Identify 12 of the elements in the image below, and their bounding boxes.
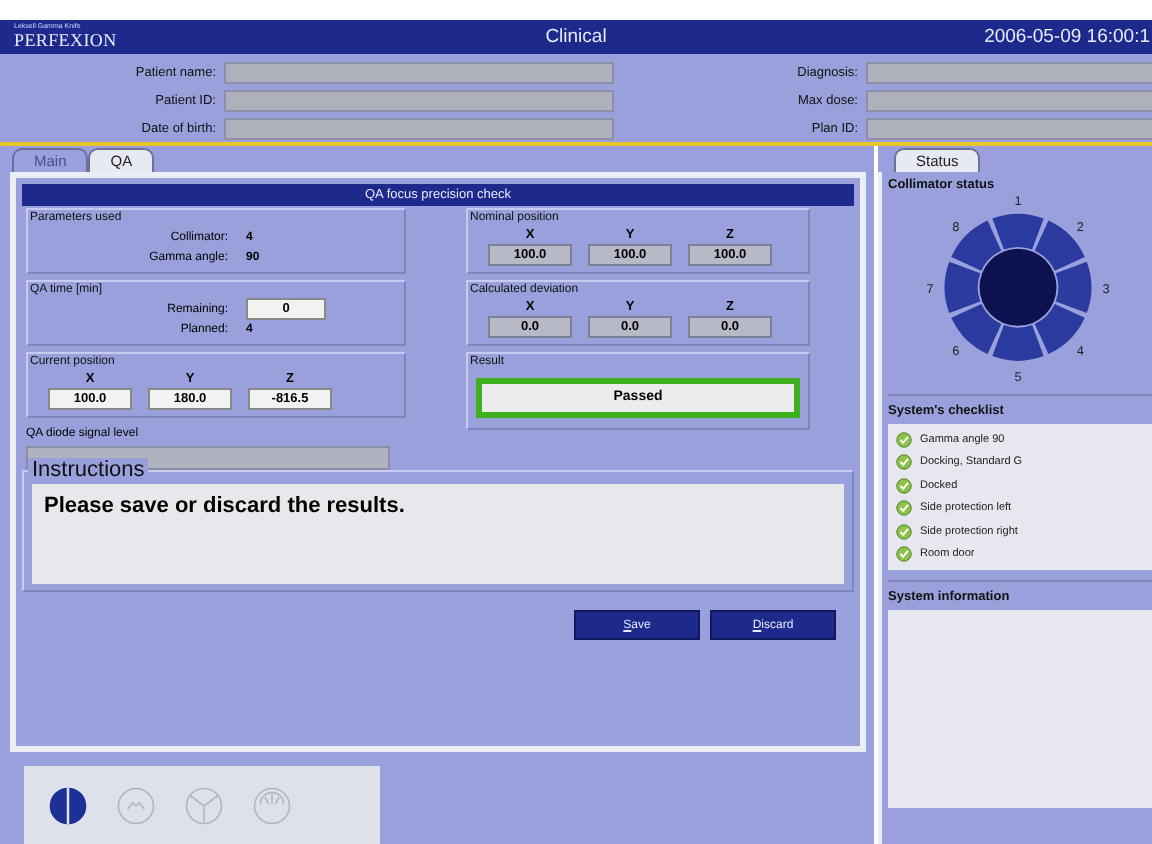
input-field[interactable] bbox=[866, 62, 1152, 84]
group-title: Instructions bbox=[28, 458, 149, 482]
input-field[interactable] bbox=[224, 62, 614, 84]
input-field[interactable] bbox=[224, 90, 614, 112]
input-field[interactable] bbox=[866, 90, 1152, 112]
collimator-mode-icon[interactable] bbox=[48, 785, 88, 825]
date-time: 2006-05-09 16:00:1 bbox=[984, 26, 1152, 48]
window-title: Clinical bbox=[543, 26, 609, 48]
input-field[interactable] bbox=[866, 118, 1152, 140]
logo: PERFEXION bbox=[14, 31, 117, 50]
instruction-message: Please save or discard the results. bbox=[32, 484, 844, 584]
input-field[interactable] bbox=[224, 118, 614, 140]
